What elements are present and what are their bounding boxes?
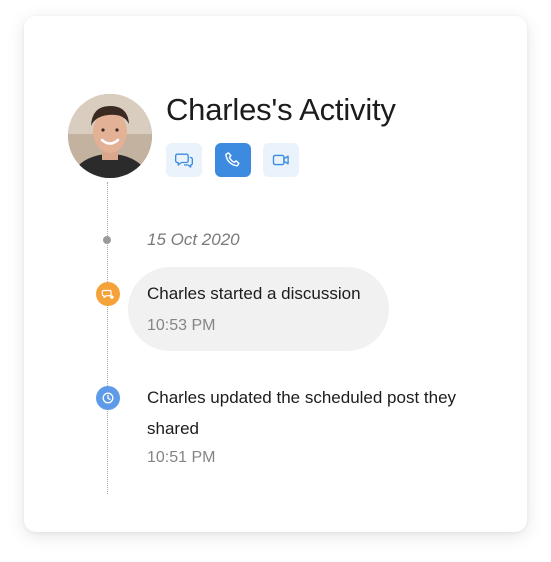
discussion-marker bbox=[96, 282, 120, 306]
call-button[interactable] bbox=[215, 143, 251, 177]
discussion-icon bbox=[101, 289, 114, 299]
timeline-date: 15 Oct 2020 bbox=[147, 230, 240, 249]
event-time: 10:51 PM bbox=[147, 449, 216, 466]
event-text: Charles updated the scheduled post they … bbox=[147, 388, 457, 438]
chat-bubbles-icon bbox=[175, 153, 193, 168]
timeline-date-dot bbox=[103, 236, 111, 244]
page-title: Charles's Activity bbox=[166, 92, 396, 127]
event-time: 10:53 PM bbox=[147, 317, 216, 334]
video-button[interactable] bbox=[263, 143, 299, 177]
avatar-photo bbox=[68, 94, 152, 178]
timeline-line bbox=[107, 182, 108, 494]
event-text: Charles started a discussion bbox=[147, 284, 361, 303]
phone-icon bbox=[225, 152, 240, 167]
video-camera-icon bbox=[272, 154, 289, 166]
avatar[interactable] bbox=[68, 94, 152, 178]
update-marker bbox=[96, 386, 120, 410]
clock-icon bbox=[102, 392, 114, 404]
chat-button[interactable] bbox=[166, 143, 202, 177]
